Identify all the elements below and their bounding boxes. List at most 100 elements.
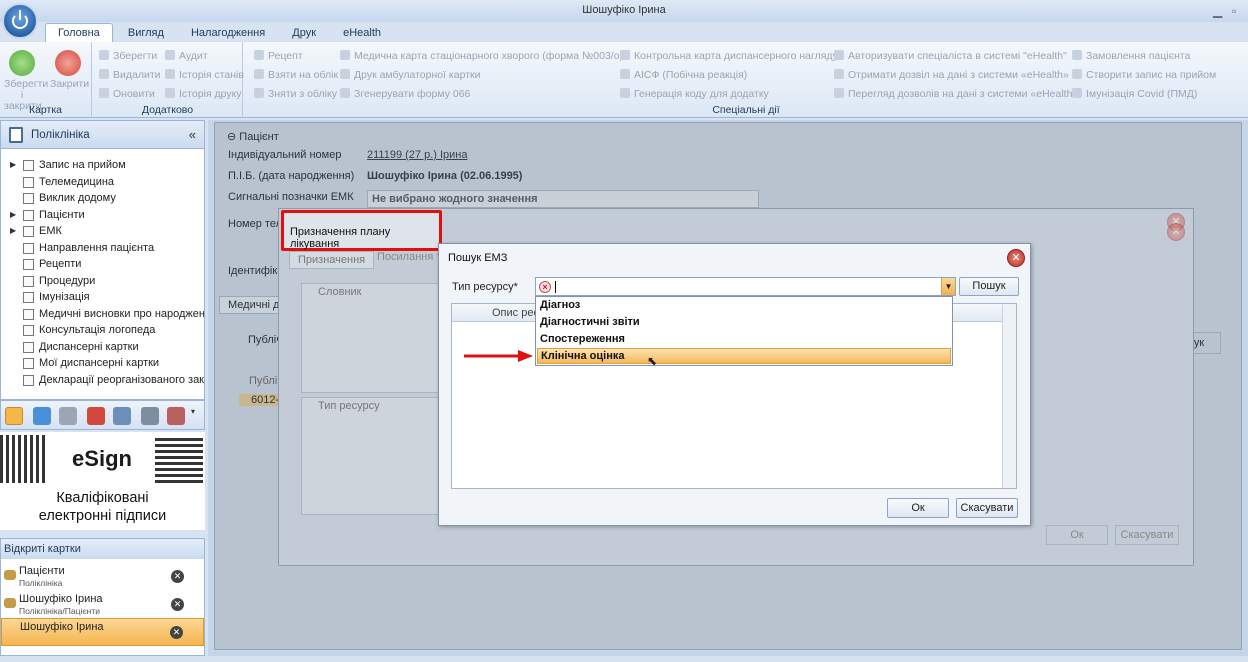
ehealth-view-permissions-item[interactable]: Перегляд дозволів на дані з системи «eHe… bbox=[834, 88, 1078, 100]
open-card-active[interactable]: Шошуфіко Ірина ✕ bbox=[1, 618, 204, 646]
signal-label: Сигнальні позначки ЕМК bbox=[228, 191, 354, 203]
sidebar-item-emk[interactable]: ▶ ЕМК bbox=[1, 223, 204, 240]
dropdown-option-observations[interactable]: Спостереження bbox=[537, 332, 951, 348]
sidebar-item-speech-therapy[interactable]: Консультація логопеда bbox=[1, 322, 204, 339]
aisf-item[interactable]: АІСФ (Побічна реакція) bbox=[620, 69, 747, 81]
id-label: Індивідуальний номер bbox=[228, 149, 342, 161]
esign-banner[interactable]: eSign Кваліфіковані електронні підписи bbox=[0, 432, 205, 530]
ehealth-auth-item[interactable]: Авторизувати спеціаліста в системі "eHea… bbox=[834, 50, 1067, 62]
minimize-icon[interactable]: ▁ bbox=[1213, 4, 1222, 18]
text-caret bbox=[555, 281, 556, 293]
register-item[interactable]: Взяти на облік bbox=[254, 69, 338, 81]
tab-assignment[interactable]: Призначення bbox=[289, 251, 375, 269]
nav-icon-bar: ▾ bbox=[0, 400, 205, 430]
print-history-item[interactable]: Історія друку bbox=[165, 88, 242, 100]
close-icon[interactable]: ✕ bbox=[170, 626, 183, 639]
sidebar-item-home-call[interactable]: Виклик додому bbox=[1, 190, 204, 207]
dispensary-card-item[interactable]: Контрольна карта диспансерного нагляду bbox=[620, 50, 838, 62]
refresh-item[interactable]: Оновити bbox=[99, 88, 155, 100]
patients-icon bbox=[4, 570, 16, 580]
cancel-button[interactable]: Скасувати bbox=[1115, 525, 1179, 545]
more-icon[interactable]: ▾ bbox=[191, 407, 201, 425]
calendar-icon[interactable] bbox=[167, 407, 185, 425]
close-icon[interactable]: ✕ bbox=[171, 598, 184, 611]
restore-icon[interactable]: ▫ bbox=[1232, 4, 1236, 18]
search-button[interactable]: Пошук bbox=[959, 277, 1019, 296]
signal-combo[interactable]: Не вибрано жодного значення bbox=[367, 190, 759, 208]
mouse-cursor-icon: ⬉ bbox=[647, 354, 658, 368]
scrollbar[interactable] bbox=[1002, 304, 1016, 488]
audit-item[interactable]: Аудит bbox=[165, 50, 208, 62]
close-icon[interactable]: ✕ bbox=[1007, 249, 1025, 267]
sidebar-nav: Поліклініка « ▶ Запис на прийом Телемедиц… bbox=[0, 120, 205, 400]
public-column: Публі bbox=[249, 375, 278, 387]
tab-home[interactable]: Головна bbox=[45, 23, 113, 42]
sidebar-item-appointment[interactable]: ▶ Запис на прийом bbox=[1, 157, 204, 174]
chart-icon[interactable] bbox=[87, 407, 105, 425]
book-icon[interactable] bbox=[5, 407, 23, 425]
id-value[interactable]: 211199 (27 р.) Ірина bbox=[367, 149, 468, 161]
globe-icon[interactable] bbox=[33, 407, 51, 425]
dropdown-option-diagnostic-reports[interactable]: Діагностичні звіти bbox=[537, 315, 951, 331]
tab-ehealth[interactable]: eHealth bbox=[331, 24, 393, 42]
sidebar-item-birth-reports[interactable]: Медичні висновки про народженн bbox=[1, 306, 204, 323]
patient-icon bbox=[4, 598, 16, 608]
state-history-item[interactable]: Історія станів bbox=[165, 69, 244, 81]
save-item[interactable]: Зберегти bbox=[99, 50, 157, 62]
house-icon[interactable] bbox=[141, 407, 159, 425]
open-card[interactable]: Пацієнти Поліклініка ✕ bbox=[1, 563, 204, 591]
sidebar-item-prescriptions[interactable]: Рецепти bbox=[1, 256, 204, 273]
sidebar-item-telemedicine[interactable]: Телемедицина bbox=[1, 174, 204, 191]
close-icon[interactable]: ✕ bbox=[171, 570, 184, 583]
sidebar-item-immunization[interactable]: Імунізація bbox=[1, 289, 204, 306]
clear-icon[interactable]: × bbox=[539, 281, 551, 293]
open-card[interactable]: Шошуфіко Ірина Поліклініка/Пацієнти ✕ bbox=[1, 591, 204, 619]
prescription-item[interactable]: Рецепт bbox=[254, 50, 303, 62]
tab-print[interactable]: Друк bbox=[280, 24, 328, 42]
dropdown-option-diagnosis[interactable]: Діагноз bbox=[537, 298, 951, 314]
document-icon[interactable] bbox=[59, 407, 77, 425]
cancel-button[interactable]: Скасувати bbox=[956, 498, 1018, 518]
dictionary-grid: Словник bbox=[301, 283, 441, 393]
close-icon[interactable]: ✕ bbox=[1167, 223, 1185, 241]
tab-links[interactable]: Посилання т bbox=[377, 251, 441, 263]
dropdown-option-clinical-assessment[interactable]: Клінічна оцінка bbox=[537, 348, 951, 364]
audit-icon bbox=[165, 50, 175, 60]
delete-item[interactable]: Видалити bbox=[99, 69, 161, 81]
save-close-button[interactable]: Зберегти і закрити bbox=[4, 50, 48, 112]
create-appointment-item[interactable]: Створити запис на прийом bbox=[1072, 69, 1216, 81]
ok-button[interactable]: Ок bbox=[1046, 525, 1108, 545]
collapse-icon[interactable]: « bbox=[189, 127, 196, 142]
tab-debug[interactable]: Налагодження bbox=[179, 24, 277, 42]
open-cards-panel: Відкриті картки Пацієнти Поліклініка ✕ Ш… bbox=[0, 538, 205, 656]
sidebar-item-declarations[interactable]: Декларації реорганізованого закл bbox=[1, 372, 204, 389]
app-menu-button[interactable] bbox=[2, 3, 38, 39]
sidebar-item-dispensary-cards[interactable]: Диспансерні картки bbox=[1, 339, 204, 356]
sidebar-item-patients[interactable]: ▶ Пацієнти bbox=[1, 207, 204, 224]
sidebar-item-procedures[interactable]: Процедури bbox=[1, 273, 204, 290]
refresh-icon bbox=[99, 88, 109, 98]
close-button[interactable]: Закрити bbox=[50, 50, 89, 90]
nav-title: Поліклініка bbox=[31, 129, 90, 141]
resource-type-combo[interactable]: × ▼ bbox=[535, 277, 956, 296]
sidebar-item-my-dispensary-cards[interactable]: Мої диспансерні картки bbox=[1, 355, 204, 372]
form-066-item[interactable]: Згенерувати форму 066 bbox=[340, 88, 470, 100]
inpatient-card-item[interactable]: Медична карта стаціонарного хворого (фор… bbox=[340, 50, 623, 62]
ok-button[interactable]: Ок bbox=[887, 498, 949, 518]
refresh-icon[interactable] bbox=[113, 407, 131, 425]
chevron-down-icon[interactable]: ▼ bbox=[941, 278, 955, 295]
print-outpatient-item[interactable]: Друк амбулаторної картки bbox=[340, 69, 480, 81]
tab-view[interactable]: Вигляд bbox=[116, 24, 176, 42]
covid-immunization-item[interactable]: Імунізація Covid (ПМД) bbox=[1072, 88, 1197, 100]
nav-header: Поліклініка « bbox=[1, 121, 204, 149]
ehealth-permission-item[interactable]: Отримати дозвіл на дані з системи «eHeal… bbox=[834, 69, 1069, 81]
resource-grid: Тип ресурсу bbox=[301, 397, 441, 515]
open-cards-title: Відкриті картки bbox=[1, 539, 204, 559]
group-caption: Додатково bbox=[141, 104, 194, 116]
group-extra: Зберегти Аудит Видалити Історія станів О… bbox=[93, 42, 244, 118]
public-label: Публіч bbox=[248, 334, 282, 346]
unregister-item[interactable]: Зняти з обліку bbox=[254, 88, 337, 100]
app-code-item[interactable]: Генерація коду для додатку bbox=[620, 88, 769, 100]
patient-order-item[interactable]: Замовлення пацієнта bbox=[1072, 50, 1190, 62]
sidebar-item-referral[interactable]: Направлення пацієнта bbox=[1, 240, 204, 257]
